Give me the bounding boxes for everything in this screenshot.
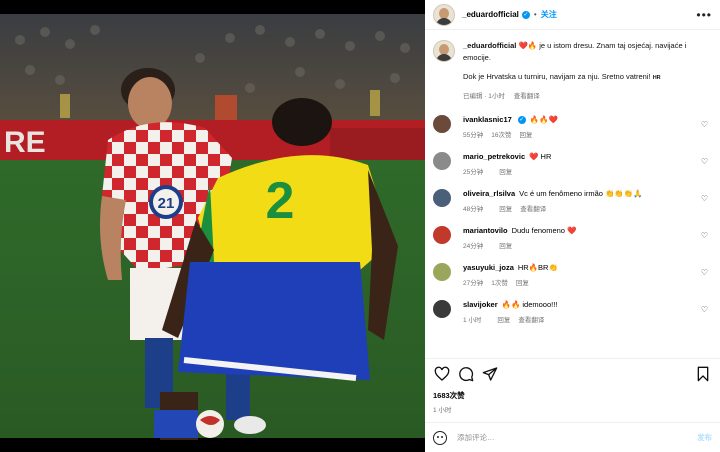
- comment-username[interactable]: oliveira_rlsilva: [463, 189, 515, 198]
- comment-reply-button[interactable]: 回复: [516, 280, 529, 287]
- comment-reply-button[interactable]: 回复: [499, 206, 512, 213]
- comment-item: oliveira_rlsilva Vc é um fenômeno irmão 👏…: [433, 189, 710, 213]
- emoji-icon[interactable]: [433, 430, 447, 445]
- caption-flag: HR: [652, 75, 661, 81]
- comment-input[interactable]: 添加评论…: [457, 432, 495, 443]
- comment-text: 🔥🔥❤️: [529, 115, 558, 124]
- comment-reply-button[interactable]: 回复: [499, 243, 512, 250]
- comment-text: HR🔥BR👏: [517, 263, 558, 272]
- post-photo[interactable]: RE 21 2: [0, 0, 425, 452]
- comment-text: Dudu fenomeno ❤️: [511, 226, 577, 235]
- bookmark-icon[interactable]: [694, 365, 712, 383]
- comment-avatar[interactable]: [433, 263, 451, 281]
- caption: _eduardofficial ❤️🔥 je u istom dresu. Zn…: [433, 40, 710, 102]
- comment-icon[interactable]: [457, 365, 475, 383]
- croatia-jersey-number: 21: [158, 195, 175, 212]
- comment-username[interactable]: slavijoker: [463, 300, 498, 309]
- comment-like-heart-icon[interactable]: ♡: [701, 268, 708, 277]
- comment-likes[interactable]: 1次赞: [491, 280, 508, 287]
- comment-item: mariantovilo Dudu fenomeno ❤️ 24分钟 回复 ♡: [433, 226, 710, 250]
- comment-like-heart-icon[interactable]: ♡: [701, 305, 708, 314]
- post-header: _eduardofficial ✓ • 关注 •••: [425, 0, 720, 30]
- comment-time: 25分钟: [463, 169, 484, 176]
- comment-avatar[interactable]: [433, 115, 451, 133]
- post-actions-bar: [425, 358, 720, 388]
- comment-reply-button[interactable]: 回复: [499, 169, 512, 176]
- follow-button[interactable]: 关注: [541, 9, 557, 20]
- post-time: 1 小时: [433, 407, 452, 414]
- comment-time: 24分钟: [463, 243, 484, 250]
- comment-avatar[interactable]: [433, 152, 451, 170]
- comment-time: 55分钟: [463, 132, 484, 139]
- comment-text: ❤️ HR: [529, 152, 552, 161]
- caption-translate-link[interactable]: 查看翻译: [514, 93, 540, 100]
- comment-time: 27分钟: [463, 280, 484, 287]
- caption-username[interactable]: _eduardofficial: [463, 41, 516, 50]
- author-username[interactable]: _eduardofficial: [462, 10, 519, 19]
- author-avatar[interactable]: [433, 3, 455, 26]
- comment-username[interactable]: mariantovilo: [463, 226, 508, 235]
- comment-username[interactable]: yasuyuki_joza: [463, 263, 514, 272]
- comment-translate-link[interactable]: 查看翻译: [520, 206, 546, 213]
- caption-time: 已编辑 · 1小时: [463, 92, 505, 100]
- football-match-photo: RE 21 2: [0, 0, 425, 452]
- instagram-post-view: RE 21 2 _eduardofficial ✓ • 关注 ••• _edua…: [0, 0, 720, 452]
- verified-badge-icon: ✓: [517, 116, 526, 125]
- comment-like-heart-icon[interactable]: ♡: [701, 231, 708, 240]
- add-comment-bar: 添加评论… 发布: [425, 422, 720, 452]
- comment-item: yasuyuki_joza HR🔥BR👏 27分钟 1次赞 回复 ♡: [433, 263, 710, 287]
- comment-likes[interactable]: 16次赞: [491, 132, 511, 139]
- post-details-panel: _eduardofficial ✓ • 关注 ••• _eduardoffici…: [425, 0, 720, 452]
- brazil-jersey-number: 2: [266, 172, 295, 230]
- heart-icon[interactable]: [433, 365, 451, 383]
- verified-badge-icon: ✓: [521, 10, 530, 19]
- share-icon[interactable]: [481, 365, 499, 383]
- header-separator: •: [533, 10, 537, 19]
- comment-reply-button[interactable]: 回复: [519, 132, 532, 139]
- caption-line-2: Dok je Hrvatska u turniru, navijam za nj…: [463, 72, 651, 81]
- ad-board-text: RE: [4, 126, 46, 159]
- caption-emojis: ❤️🔥: [518, 41, 538, 50]
- comment-time: 48分钟: [463, 206, 484, 213]
- comment-item: slavijoker 🔥🔥 idemooo!!! 1 小时 回复 查看翻译 ♡: [433, 300, 710, 324]
- comment-avatar[interactable]: [433, 189, 451, 207]
- comment-username[interactable]: mario_petrekovic: [463, 152, 525, 161]
- post-comment-button[interactable]: 发布: [697, 432, 712, 443]
- comments-scroll-area[interactable]: _eduardofficial ❤️🔥 je u istom dresu. Zn…: [425, 30, 720, 358]
- comment-item: mario_petrekovic ❤️ HR 25分钟 回复 ♡: [433, 152, 710, 176]
- like-count[interactable]: 1683次赞: [425, 388, 720, 401]
- comment-like-heart-icon[interactable]: ♡: [701, 194, 708, 203]
- comment-username[interactable]: ivanklasnic17: [463, 115, 512, 124]
- caption-author-avatar[interactable]: [433, 40, 455, 62]
- ellipsis-icon[interactable]: •••: [696, 8, 712, 22]
- comment-time: 1 小时: [463, 317, 482, 324]
- comment-reply-button[interactable]: 回复: [497, 317, 510, 324]
- comment-text: Vc é um fenômeno irmão 👏👏👏🙏: [519, 189, 643, 198]
- comment-text: 🔥🔥 idemooo!!!: [501, 300, 558, 309]
- comment-avatar[interactable]: [433, 226, 451, 244]
- comment-avatar[interactable]: [433, 300, 451, 318]
- comment-like-heart-icon[interactable]: ♡: [701, 120, 708, 129]
- comments-list: ivanklasnic17 ✓ 🔥🔥❤️ 55分钟 16次赞 回复 ♡ mario_petre…: [433, 115, 710, 324]
- comment-translate-link[interactable]: 查看翻译: [518, 317, 544, 324]
- comment-like-heart-icon[interactable]: ♡: [701, 157, 708, 166]
- comment-item: ivanklasnic17 ✓ 🔥🔥❤️ 55分钟 16次赞 回复 ♡: [433, 115, 710, 139]
